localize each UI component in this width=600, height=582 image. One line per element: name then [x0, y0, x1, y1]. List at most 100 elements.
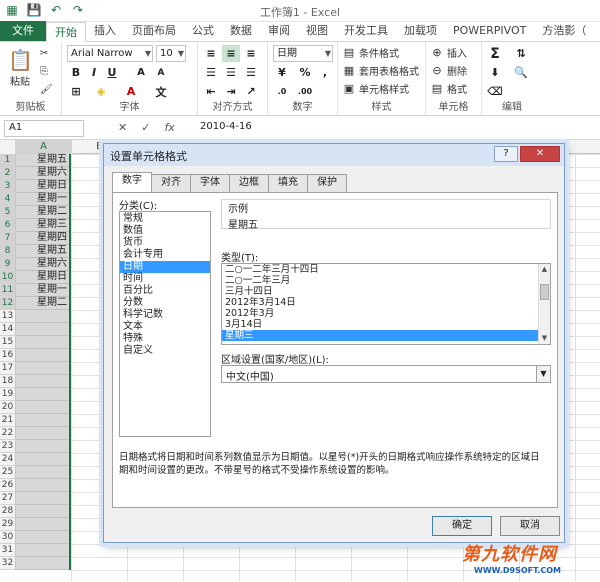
category-item[interactable]: 日期 — [120, 261, 210, 273]
row-header[interactable]: 26 — [0, 479, 16, 492]
scroll-up-icon[interactable]: ▲ — [539, 264, 550, 275]
tab-protection[interactable]: 保护 — [307, 174, 347, 192]
cell-a[interactable] — [16, 349, 69, 362]
scroll-down-icon[interactable]: ▼ — [539, 333, 550, 344]
tab-view[interactable]: 视图 — [298, 21, 336, 41]
format-painter-icon[interactable]: 🖌 — [40, 84, 53, 95]
number-format-combo[interactable]: 日期 ▼ — [273, 45, 333, 62]
autosum-icon[interactable]: Σ — [486, 45, 504, 62]
category-item[interactable]: 文本 — [120, 321, 210, 333]
cell-styles-button[interactable]: ▣ 单元格样式 — [342, 81, 409, 97]
tab-font[interactable]: 字体 — [190, 174, 230, 192]
tab-file[interactable]: 文件 — [0, 21, 46, 41]
italic-button[interactable]: I — [85, 64, 103, 81]
cell-a[interactable] — [16, 453, 69, 466]
column-header-a[interactable]: A — [16, 140, 72, 154]
format-as-table-button[interactable]: ▦ 套用表格格式 — [342, 63, 419, 79]
font-size-combo[interactable]: 10 ▼ — [156, 45, 186, 62]
comma-icon[interactable]: , — [316, 64, 334, 81]
cell-a[interactable]: 星期五 — [16, 245, 69, 258]
cancel-icon[interactable]: ✕ — [118, 121, 127, 134]
format-button[interactable]: ▤ 格式 — [430, 81, 467, 97]
tab-powerpivot[interactable]: POWERPIVOT — [445, 21, 534, 41]
tab-formulas[interactable]: 公式 — [184, 21, 222, 41]
row-header[interactable]: 22 — [0, 427, 16, 440]
conditional-format-button[interactable]: ▤ 条件格式 — [342, 45, 399, 61]
sort-filter-icon[interactable]: ⇅ — [512, 45, 530, 62]
cell-a[interactable] — [16, 544, 69, 557]
row-header[interactable]: 9 — [0, 258, 16, 271]
row-header[interactable]: 10 — [0, 271, 16, 284]
align-center-icon[interactable]: ☰ — [222, 64, 240, 81]
delete-button[interactable]: ⊖ 删除 — [430, 63, 467, 79]
currency-icon[interactable]: ¥ — [273, 64, 291, 81]
shrink-font-icon[interactable]: A — [152, 64, 170, 81]
tab-fill[interactable]: 填充 — [268, 174, 308, 192]
cell-a[interactable]: 星期一 — [16, 193, 69, 206]
category-item[interactable]: 常规 — [120, 213, 210, 225]
help-button[interactable]: ? — [494, 146, 518, 162]
font-name-combo[interactable]: Arial Narrow ▼ — [67, 45, 153, 62]
formula-input[interactable]: 2010-4-16 — [200, 121, 252, 132]
align-bottom-icon[interactable]: ≡ — [242, 45, 260, 62]
row-header[interactable]: 25 — [0, 466, 16, 479]
category-item[interactable]: 百分比 — [120, 285, 210, 297]
type-item[interactable]: 二○一二年三月 — [222, 275, 550, 286]
fill-icon[interactable]: ⬇ — [486, 64, 504, 81]
row-header[interactable]: 18 — [0, 375, 16, 388]
type-item[interactable]: 星期三 — [222, 330, 550, 341]
cut-icon[interactable]: ✂ — [40, 48, 48, 59]
tab-border[interactable]: 边框 — [229, 174, 269, 192]
cell-a[interactable] — [16, 518, 69, 531]
chevron-down-icon[interactable]: ▼ — [536, 366, 550, 382]
tab-page-layout[interactable]: 页面布局 — [124, 21, 184, 41]
align-right-icon[interactable]: ☰ — [242, 64, 260, 81]
tab-review[interactable]: 审阅 — [260, 21, 298, 41]
tab-addins[interactable]: 加载项 — [396, 21, 445, 41]
cell-a[interactable] — [16, 479, 69, 492]
row-header[interactable]: 5 — [0, 206, 16, 219]
row-header[interactable]: 24 — [0, 453, 16, 466]
tab-data[interactable]: 数据 — [222, 21, 260, 41]
ok-button[interactable]: 确定 — [432, 516, 492, 536]
category-item[interactable]: 货币 — [120, 237, 210, 249]
row-header[interactable]: 8 — [0, 245, 16, 258]
align-top-icon[interactable]: ≡ — [202, 45, 220, 62]
row-header[interactable]: 21 — [0, 414, 16, 427]
row-header[interactable]: 1 — [0, 154, 16, 167]
tab-account[interactable]: 方浩影（ — [534, 21, 594, 41]
insert-function-icon[interactable]: fx — [164, 121, 174, 134]
cell-a[interactable]: 星期二 — [16, 206, 69, 219]
category-item[interactable]: 科学记数 — [120, 309, 210, 321]
type-list-scrollbar[interactable]: ▲ ▼ — [538, 264, 550, 344]
row-header[interactable]: 19 — [0, 388, 16, 401]
percent-button[interactable]: % — [296, 64, 314, 81]
tab-developer[interactable]: 开发工具 — [336, 21, 396, 41]
type-item[interactable]: 2012年3月 — [222, 308, 550, 319]
enter-icon[interactable]: ✓ — [141, 121, 150, 134]
cell-a[interactable] — [16, 557, 69, 570]
tab-number[interactable]: 数字 — [112, 172, 152, 192]
type-item[interactable]: 二○一二年三月十四日 — [222, 264, 550, 275]
bold-button[interactable]: B — [67, 64, 85, 81]
grow-font-icon[interactable]: A — [132, 64, 150, 81]
type-item[interactable]: 三月十四日 — [222, 286, 550, 297]
category-item[interactable]: 时间 — [120, 273, 210, 285]
cell-a[interactable] — [16, 388, 69, 401]
cell-a[interactable] — [16, 466, 69, 479]
cell-a[interactable] — [16, 414, 69, 427]
category-item[interactable]: 自定义 — [120, 345, 210, 357]
row-header[interactable]: 27 — [0, 492, 16, 505]
cell-a[interactable] — [16, 440, 69, 453]
row-header[interactable]: 7 — [0, 232, 16, 245]
copy-icon[interactable]: ⎘ — [40, 66, 48, 77]
row-header[interactable]: 3 — [0, 180, 16, 193]
cell-a[interactable] — [16, 362, 69, 375]
type-item[interactable]: 2012年3月14日 — [222, 297, 550, 308]
cell-a[interactable]: 星期三 — [16, 219, 69, 232]
category-item[interactable]: 特殊 — [120, 333, 210, 345]
type-list[interactable]: 二○一二年三月十四日 二○一二年三月 三月十四日 2012年3月14日 2012年3月 3… — [221, 263, 551, 345]
row-header[interactable]: 31 — [0, 544, 16, 557]
cell-a[interactable] — [16, 375, 69, 388]
cell-a[interactable]: 星期一 — [16, 284, 69, 297]
